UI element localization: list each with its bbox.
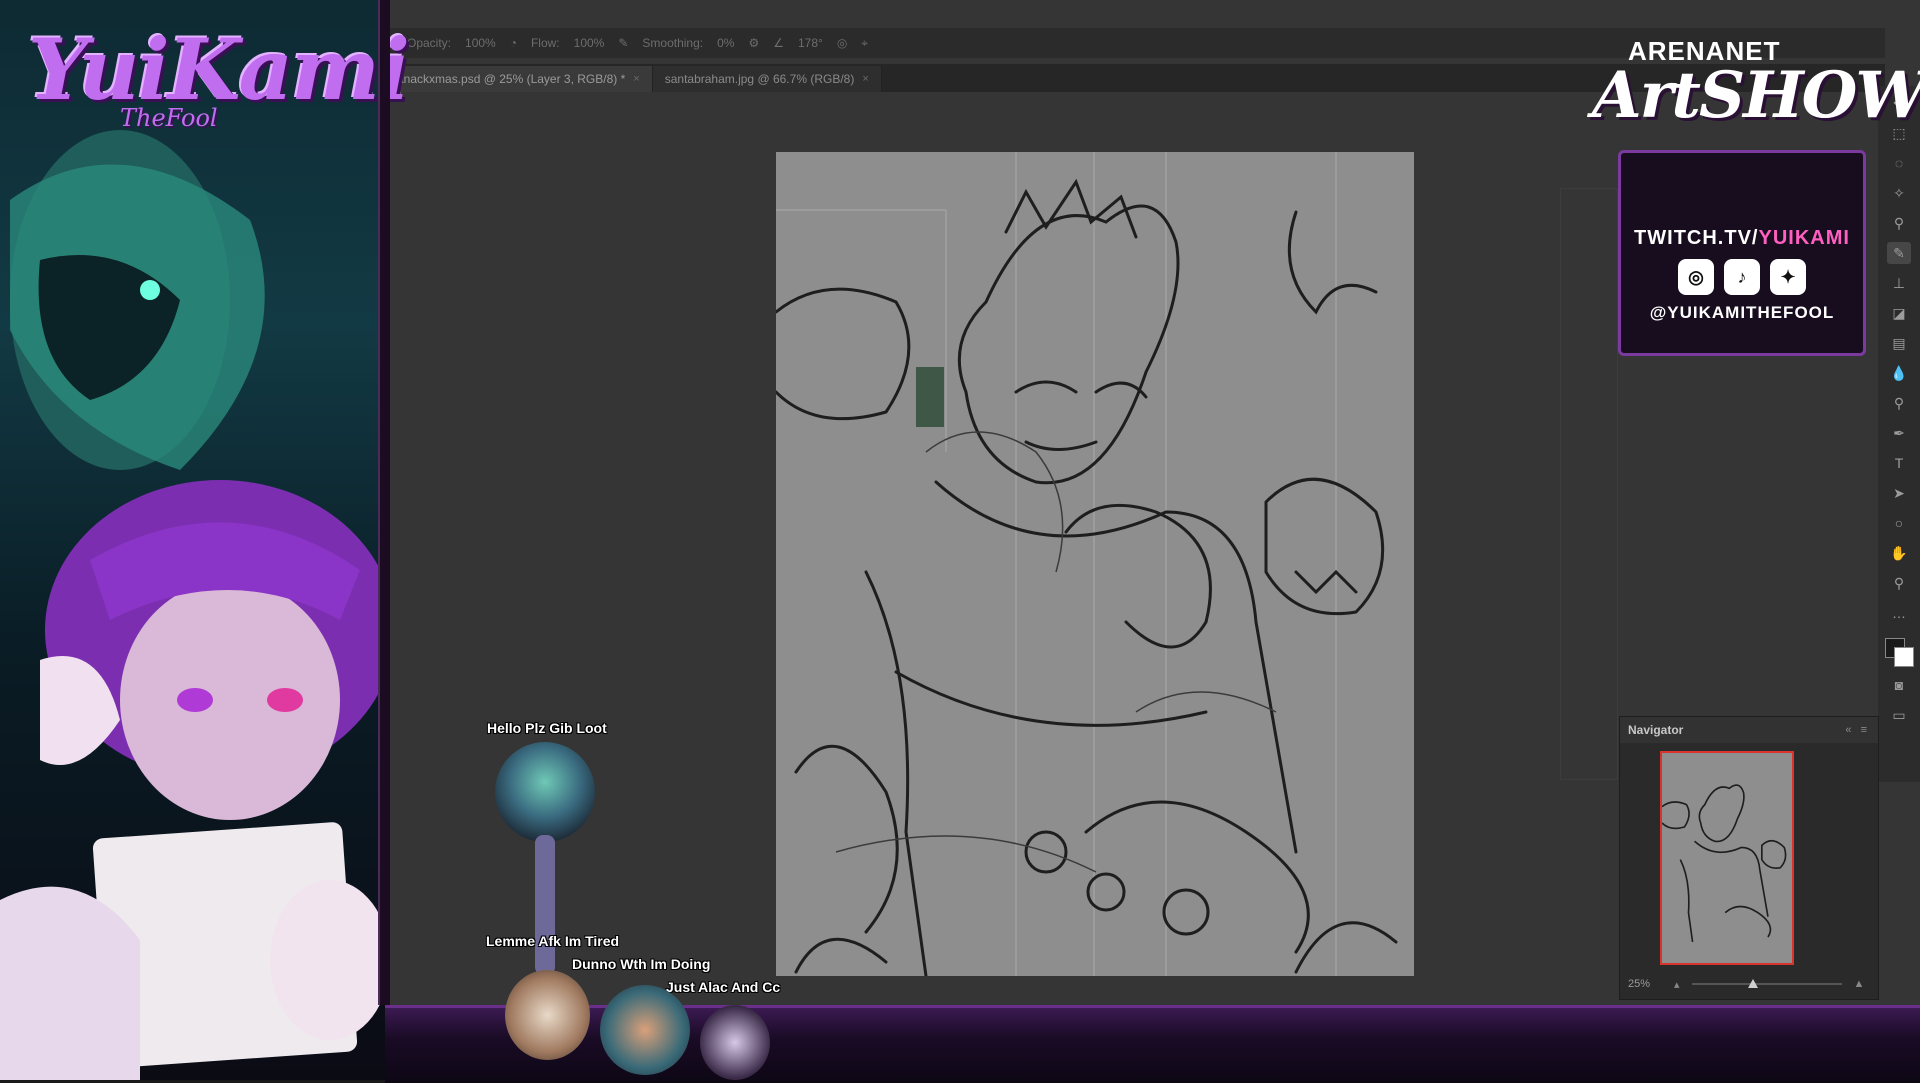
stamp-tool-icon[interactable]: ⊥ (1887, 272, 1911, 294)
twitch-url: TWITCH.TV/YUIKAMI (1621, 227, 1863, 250)
art-show-title: ArtSHOW (1592, 58, 1920, 133)
navigator-title[interactable]: Navigator (1628, 723, 1683, 737)
collapsed-panel-outline (1560, 188, 1618, 780)
chat-avatar (495, 742, 595, 842)
streamer-logo-subtitle: TheFool (120, 104, 218, 132)
gear-icon[interactable]: ⚙ (748, 36, 759, 50)
smoothing-label: Smoothing: (642, 36, 704, 50)
flow-label: Flow: (530, 36, 560, 50)
tiktok-icon: ♪ (1724, 259, 1760, 295)
chat-message: Hello Plz Gib Loot (487, 720, 607, 736)
close-icon[interactable]: × (633, 73, 639, 85)
tab-label: anackxmas.psd @ 25% (Layer 3, RGB/8) * (397, 72, 626, 86)
eraser-tool-icon[interactable]: ◪ (1887, 302, 1911, 324)
chat-avatar (505, 970, 590, 1060)
screen-mode-icon[interactable]: ▭ (1887, 704, 1911, 726)
chat-avatar (700, 1005, 770, 1080)
social-icons: ◎ ♪ ✦ (1621, 259, 1863, 295)
zoom-tool-icon[interactable]: ⚲ (1887, 572, 1911, 594)
twitch-name: YUIKAMI (1758, 227, 1850, 249)
airbrush-icon[interactable]: ✎ (618, 36, 628, 50)
close-icon[interactable]: × (862, 73, 868, 85)
slider-track (1691, 983, 1842, 985)
social-handle: @YUIKAMITHEFOOL (1649, 303, 1835, 322)
twitter-icon: ✦ (1770, 259, 1806, 295)
sketch-canvas[interactable] (776, 152, 1414, 976)
overlay-frame-divider (378, 0, 390, 1005)
tools-panel: ✥ ⬚ ◌ ✧ ⚲ ✎ ⊥ ◪ ▤ 💧 ⚲ ✒ T ➤ ○ ✋ ⚲ … ◙ ▭ (1878, 86, 1920, 782)
opacity-value[interactable]: 100% (465, 36, 496, 50)
chat-message: Dunno Wth Im Doing (572, 956, 711, 972)
more-tools-icon[interactable]: … (1887, 602, 1911, 624)
background-color[interactable] (1894, 647, 1914, 667)
magic-wand-icon[interactable]: ✧ (1887, 182, 1911, 204)
twitch-prefix: TWITCH.TV/ (1634, 227, 1759, 249)
pressure-size-icon[interactable]: ◎ (837, 36, 847, 50)
lasso-tool-icon[interactable]: ◌ (1887, 152, 1911, 174)
zoom-in-icon[interactable]: ▲ (1854, 978, 1865, 990)
thumbnail-drawing (1662, 784, 1787, 943)
gradient-tool-icon[interactable]: ▤ (1887, 332, 1911, 354)
tab-santabraham[interactable]: santabraham.jpg @ 66.7% (RGB/8) × (652, 66, 882, 92)
chat-avatar-neck (535, 835, 555, 975)
navigator-header: Navigator « ≡ (1620, 717, 1878, 743)
zoom-out-icon[interactable]: ▴ (1674, 978, 1680, 991)
social-badge: TWITCH.TV/YUIKAMI ◎ ♪ ✦ @YUIKAMITHEFOOL (1618, 150, 1866, 356)
blur-tool-icon[interactable]: 💧 (1887, 362, 1911, 384)
color-swatches[interactable] (1885, 638, 1914, 667)
angle-icon: ∠ (773, 36, 784, 50)
dodge-tool-icon[interactable]: ⚲ (1887, 392, 1911, 414)
opacity-label: Opacity: (407, 36, 452, 50)
ellipse-tool-icon[interactable]: ○ (1887, 512, 1911, 534)
slider-knob[interactable] (1747, 979, 1758, 988)
zoom-slider[interactable] (1691, 979, 1842, 989)
chat-message: Just Alac And Cc (666, 979, 781, 995)
type-tool-icon[interactable]: T (1887, 452, 1911, 474)
sketch-drawing (776, 152, 1398, 976)
navigator-footer: 25% ▴ ▲ (1620, 969, 1878, 999)
quick-mask-icon[interactable]: ◙ (1887, 674, 1911, 696)
vtuber-avatar-illustration (0, 130, 385, 1080)
chat-message: Lemme Afk Im Tired (486, 933, 620, 949)
overlay-character-art (0, 0, 385, 1080)
path-select-icon[interactable]: ➤ (1887, 482, 1911, 504)
chat-avatar (600, 985, 690, 1075)
angle-value[interactable]: 178° (798, 36, 823, 50)
panel-menu-icon[interactable]: « ≡ (1845, 724, 1870, 736)
eyedropper-icon[interactable]: ⚲ (1887, 212, 1911, 234)
symmetry-icon[interactable]: ⌖ (861, 36, 868, 51)
zoom-level[interactable]: 25% (1628, 978, 1662, 990)
navigator-thumbnail[interactable] (1660, 751, 1794, 965)
smoothing-value[interactable]: 0% (717, 36, 734, 50)
tab-label: santabraham.jpg @ 66.7% (RGB/8) (664, 72, 855, 86)
brush-tool-icon[interactable]: ✎ (1887, 242, 1911, 264)
navigator-panel: Navigator « ≡ 25% ▴ ▲ (1619, 716, 1879, 1000)
flow-value[interactable]: 100% (574, 36, 605, 50)
pressure-opacity-icon[interactable]: ◔ (510, 36, 517, 50)
pen-tool-icon[interactable]: ✒ (1887, 422, 1911, 444)
hand-tool-icon[interactable]: ✋ (1887, 542, 1911, 564)
tab-anackxmas[interactable]: anackxmas.psd @ 25% (Layer 3, RGB/8) * × (385, 66, 653, 92)
instagram-icon: ◎ (1678, 259, 1714, 295)
